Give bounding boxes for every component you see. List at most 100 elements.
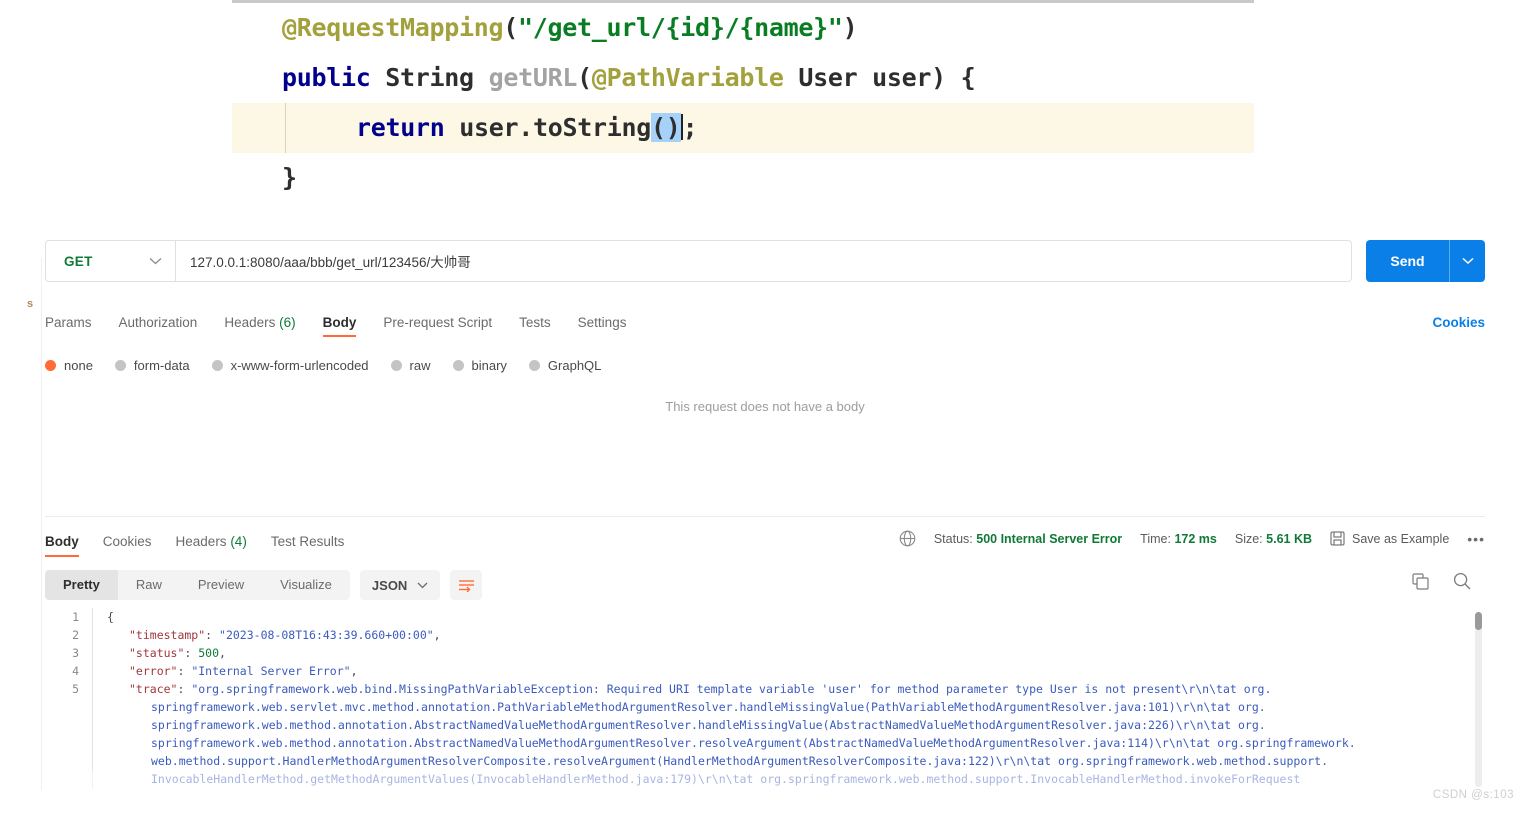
line-number: 4 [72, 664, 79, 678]
request-tab-label: Authorization [118, 315, 198, 330]
code-token: getURL [488, 63, 578, 92]
body-type-binary[interactable]: binary [452, 358, 507, 373]
request-tab-params[interactable]: Params [45, 315, 92, 336]
json-line: 3 "status": 500, [45, 643, 1485, 663]
line-number [45, 716, 92, 734]
method-selector[interactable]: GET [45, 240, 175, 282]
response-tab-label: Body [45, 534, 79, 549]
url-input[interactable]: 127.0.0.1:8080/aaa/bbb/get_url/123456/大帅… [175, 240, 1352, 282]
request-tab-label: Pre-request Script [383, 315, 493, 330]
send-options-chevron-icon[interactable] [1449, 240, 1485, 282]
format-raw[interactable]: Raw [118, 570, 180, 600]
json-line: InvocableHandlerMethod.getMethodArgument… [45, 769, 1485, 789]
watermark: CSDN @s:103 [1432, 789, 1514, 801]
response-format-bar: Pretty Raw Preview Visualize JSON [45, 570, 1485, 600]
request-tab-pre-request-script[interactable]: Pre-request Script [383, 315, 492, 336]
json-token: springframework.web.method.annotation.Ab… [151, 718, 1266, 732]
response-tab-headers[interactable]: Headers (4) [176, 534, 247, 556]
radio-icon [452, 360, 464, 371]
body-type-label: binary [471, 358, 507, 373]
status-label: Status: [933, 531, 973, 546]
body-type-label: GraphQL [547, 358, 602, 373]
body-type-none[interactable]: none [45, 358, 93, 373]
request-tab-label: Headers [224, 315, 276, 330]
line-close-brace: } [232, 153, 1254, 203]
response-scrollbar[interactable] [1475, 612, 1482, 787]
size-value: 5.61 KB [1266, 531, 1312, 546]
wrap-lines-toggle[interactable] [450, 570, 483, 600]
line-number: 2 [72, 628, 79, 642]
json-token: springframework.web.method.annotation.Ab… [151, 736, 1356, 750]
response-more-options-button[interactable]: ••• [1467, 531, 1485, 547]
status-value: 500 Internal Server Error [976, 531, 1123, 546]
body-type-form-data[interactable]: form-data [114, 358, 190, 373]
status-badge: Status: 500 Internal Server Error [934, 532, 1122, 546]
json-line: 5 "trace": "org.springframework.web.bind.… [45, 679, 1485, 699]
copy-icon[interactable] [1412, 572, 1429, 590]
response-tab-body[interactable]: Body [45, 534, 79, 557]
json-token: "timestamp" [129, 628, 206, 642]
request-tab-tests[interactable]: Tests [519, 315, 551, 336]
language-selector[interactable]: JSON [359, 570, 441, 600]
stray-glyph: s [27, 298, 34, 310]
line-number [45, 734, 92, 752]
json-token: InvocableHandlerMethod.getMethodArgument… [151, 772, 1301, 786]
line-number [45, 752, 92, 770]
format-visualize[interactable]: Visualize [262, 570, 350, 600]
request-tabs: Params Authorization Headers (6) Body Pre-re… [45, 308, 1485, 337]
code-token: public [282, 63, 371, 92]
code-token: ( [577, 63, 592, 92]
request-tab-count: (6) [275, 315, 296, 330]
json-token: "status" [129, 646, 185, 660]
json-token: , [350, 664, 358, 678]
body-type-label: x-www-form-urlencoded [230, 358, 369, 373]
chevron-down-icon [417, 582, 428, 589]
code-token: user.toString [444, 113, 652, 142]
json-line-content: springframework.web.method.annotation.Ab… [92, 733, 1356, 753]
line-number [45, 698, 92, 716]
code-token: @PathVariable [591, 63, 784, 92]
code-token: } [282, 163, 297, 192]
body-type-label: form-data [133, 358, 190, 373]
response-body-json[interactable]: 1{2 "timestamp": "2023-08-08T16:43:39.660… [45, 608, 1485, 814]
search-icon[interactable] [1453, 572, 1471, 590]
save-as-example-button[interactable]: Save as Example [1330, 531, 1449, 546]
request-tab-label: Body [322, 315, 357, 330]
format-pretty[interactable]: Pretty [45, 570, 118, 600]
response-tab-label: Headers [175, 534, 227, 549]
line-signature: public String getURL(@PathVariable User … [232, 53, 1254, 103]
json-token: "2023-08-08T16:43:39.660+00:00" [219, 628, 434, 642]
body-type-graphql[interactable]: GraphQL [528, 358, 602, 373]
body-type-x-www-form-urlencoded[interactable]: x-www-form-urlencoded [211, 358, 369, 373]
response-tab-test-results[interactable]: Test Results [271, 534, 345, 556]
request-tab-body[interactable]: Body [322, 315, 357, 337]
json-line-content: "error": "Internal Server Error", [92, 661, 358, 681]
radio-icon [390, 360, 402, 371]
chevron-down-icon [149, 257, 162, 265]
response-meta: Status: 500 Internal Server Error Time: … [899, 530, 1485, 547]
response-action-icons [1412, 572, 1471, 590]
response-tab-label: Test Results [270, 534, 345, 549]
request-tab-headers[interactable]: Headers (6) [224, 315, 295, 336]
json-token: web.method.support.HandlerMethodArgument… [151, 754, 1329, 768]
request-tab-settings[interactable]: Settings [578, 315, 627, 336]
save-as-example-label: Save as Example [1352, 531, 1450, 546]
code-token: @RequestMapping [282, 13, 504, 42]
response-tab-label: Cookies [102, 534, 152, 549]
request-tab-authorization[interactable]: Authorization [119, 315, 198, 336]
json-line-content: InvocableHandlerMethod.getMethodArgument… [92, 769, 1301, 789]
json-line: springframework.web.method.annotation.Ab… [45, 733, 1485, 753]
response-tab-cookies[interactable]: Cookies [103, 534, 152, 556]
size-label: Size: [1234, 531, 1263, 546]
json-line-content: web.method.support.HandlerMethodArgument… [92, 751, 1329, 771]
send-button[interactable]: Send [1366, 240, 1449, 282]
cookies-link[interactable]: Cookies [1432, 315, 1485, 330]
request-tab-label: Settings [577, 315, 627, 330]
format-preview[interactable]: Preview [180, 570, 262, 600]
json-line-content: "timestamp": "2023-08-08T16:43:39.660+00… [92, 625, 441, 645]
body-type-raw[interactable]: raw [390, 358, 431, 373]
line-annotation: @RequestMapping("/get_url/{id}/{name}") [232, 3, 1254, 53]
response-tab-count: (4) [226, 534, 247, 549]
json-line: springframework.web.method.annotation.Ab… [45, 715, 1485, 735]
